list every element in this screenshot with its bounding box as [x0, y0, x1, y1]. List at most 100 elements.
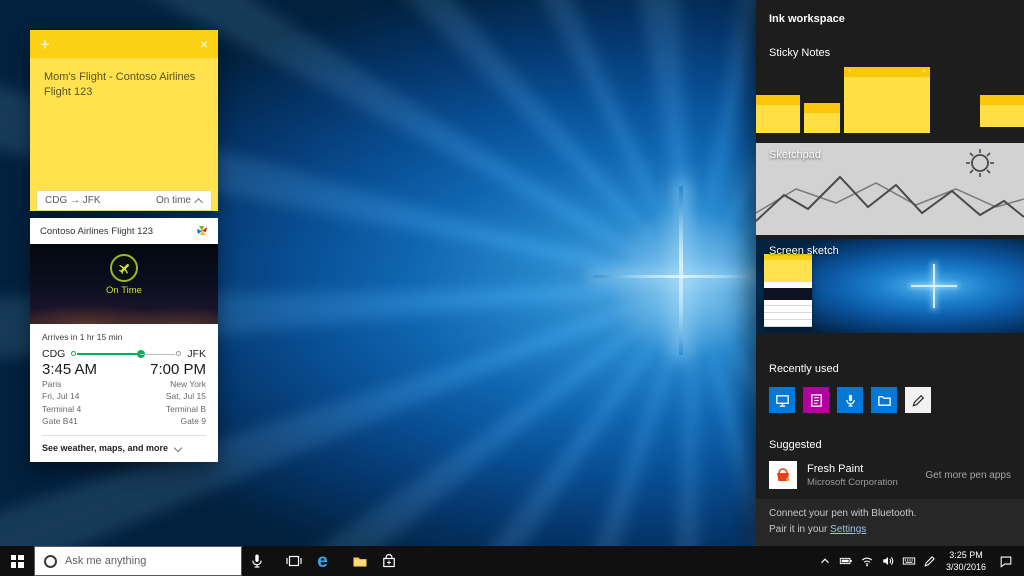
wallpaper-glow: [604, 207, 768, 360]
desktop: + × Mom's Flight - Contoso Airlines Flig…: [0, 0, 1024, 546]
city-skyline: [30, 292, 218, 324]
sticky-notes-section-label: Sticky Notes: [756, 47, 1024, 59]
show-hidden-icons-button[interactable]: [814, 546, 835, 576]
wifi-icon: [860, 554, 874, 568]
taskbar-clock[interactable]: 3:25 PM 3/30/2016: [940, 549, 992, 573]
get-more-pen-apps-link[interactable]: Get more pen apps: [925, 470, 1011, 481]
suggested-app-publisher: Microsoft Corporation: [807, 477, 898, 488]
insight-route: CDG → JFK: [45, 195, 101, 206]
add-note-icon[interactable]: +: [40, 36, 50, 53]
system-tray: 3:25 PM 3/30/2016: [814, 546, 1024, 576]
start-button[interactable]: [0, 546, 34, 576]
destination-code: JFK: [187, 348, 206, 360]
sticky-note: + × Mom's Flight - Contoso Airlines Flig…: [30, 30, 218, 211]
volume-control[interactable]: [877, 546, 898, 576]
action-center-button[interactable]: [992, 546, 1020, 576]
mini-sticky-note: [756, 95, 800, 133]
sticky-notes-preview[interactable]: +×: [756, 67, 1024, 133]
recently-used-apps: [756, 375, 1024, 413]
suggested-section-label: Suggested: [756, 439, 1024, 451]
collapse-chevron-icon[interactable]: [194, 198, 202, 206]
close-note-icon[interactable]: ×: [200, 37, 208, 51]
settings-link[interactable]: Settings: [830, 524, 866, 535]
pen-icon: [923, 554, 937, 568]
store-button[interactable]: [374, 546, 403, 576]
clock-date: 3/30/2016: [940, 561, 992, 573]
ontime-label: On Time: [106, 285, 142, 296]
pairing-line2: Pair it in your Settings: [769, 522, 1011, 538]
origin-city: Paris: [42, 378, 61, 390]
flight-insight-bar[interactable]: CDG → JFK On time: [36, 190, 212, 211]
store-bag-icon: [381, 553, 397, 569]
folder-icon: [877, 393, 892, 408]
search-box[interactable]: Ask me anything: [34, 546, 242, 576]
route-progress-line: [71, 349, 181, 359]
whiteboard-app-tile[interactable]: [769, 387, 795, 413]
windows-logo-icon: [11, 555, 24, 568]
panel-title: Ink workspace: [756, 0, 1024, 25]
arrival-time: 7:00 PM: [150, 361, 206, 378]
screen-sketch-section-label: Screen sketch: [769, 245, 839, 257]
note-icon: [809, 393, 824, 408]
cortana-icon: [44, 555, 57, 568]
documents-app-tile[interactable]: [871, 387, 897, 413]
pairing-line1: Connect your pen with Bluetooth.: [769, 506, 1011, 522]
task-view-icon: [286, 553, 302, 569]
wallpaper-window-vertical-beam: [679, 186, 683, 355]
pen-settings-button[interactable]: [919, 546, 940, 576]
pen-app-tile[interactable]: [905, 387, 931, 413]
microphone-button[interactable]: [242, 546, 271, 576]
flight-details: Arrives in 1 hr 15 min CDG JFK 3:45 AM 7…: [30, 324, 218, 462]
search-placeholder: Ask me anything: [65, 555, 146, 567]
file-explorer-button[interactable]: [345, 546, 374, 576]
suggested-app-name: Fresh Paint: [807, 463, 898, 475]
wallpaper-window-horizontal-beam: [594, 275, 768, 278]
ink-workspace-panel: Ink workspace Sticky Notes +×: [756, 0, 1024, 546]
speaker-icon: [881, 554, 895, 568]
task-view-button[interactable]: [279, 546, 308, 576]
sticky-note-text[interactable]: Mom's Flight - Contoso Airlines Flight 1…: [30, 58, 218, 190]
chevron-up-icon: [818, 554, 832, 568]
screen-sketch-preview[interactable]: Screen sketch: [756, 239, 1024, 333]
mini-desktop-note-thumbnail: [764, 254, 812, 327]
network-status[interactable]: [856, 546, 877, 576]
battery-icon: [839, 554, 853, 568]
edge-icon: e: [317, 552, 328, 571]
sketchpad-preview[interactable]: Sketchpad: [756, 143, 1024, 235]
origin-code: CDG: [42, 348, 65, 360]
flight-card-title: Contoso Airlines Flight 123: [40, 226, 153, 237]
sketchpad-section-label: Sketchpad: [769, 149, 821, 161]
destination-city: New York: [170, 378, 206, 390]
whiteboard-icon: [775, 393, 790, 408]
ontime-badge: On Time: [30, 254, 218, 296]
destination-gate: Gate 9: [180, 415, 206, 427]
sticky-note-flyout: + × Mom's Flight - Contoso Airlines Flig…: [30, 30, 218, 462]
pen-icon: [911, 393, 926, 408]
voice-app-tile[interactable]: [837, 387, 863, 413]
pen-pairing-footer: Connect your pen with Bluetooth. Pair it…: [756, 499, 1024, 546]
mic-icon: [843, 393, 858, 408]
clock-time: 3:25 PM: [940, 549, 992, 561]
origin-terminal: Terminal 4: [42, 403, 81, 415]
action-center-icon: [999, 554, 1013, 568]
battery-status[interactable]: [835, 546, 856, 576]
mini-sticky-note: [804, 103, 840, 133]
expand-chevron-icon: [174, 444, 182, 452]
microphone-icon: [249, 553, 265, 569]
mini-wallpaper-beam: [911, 285, 957, 287]
edge-browser-button[interactable]: e: [308, 546, 337, 576]
see-more-link[interactable]: See weather, maps, and more: [42, 435, 206, 462]
arrival-date: Sat, Jul 15: [166, 390, 206, 402]
departure-date: Fri, Jul 14: [42, 390, 79, 402]
keyboard-icon: [902, 554, 916, 568]
touch-keyboard-button[interactable]: [898, 546, 919, 576]
suggested-app-row[interactable]: Fresh Paint Microsoft Corporation Get mo…: [756, 451, 1024, 489]
recently-used-section-label: Recently used: [756, 363, 1024, 375]
folder-icon: [352, 553, 368, 569]
arrival-countdown: Arrives in 1 hr 15 min: [42, 332, 206, 342]
notes-app-tile[interactable]: [803, 387, 829, 413]
mini-sticky-note: +×: [844, 67, 930, 133]
taskbar: Ask me anything e 3:: [0, 546, 1024, 576]
fresh-paint-app-icon: [769, 461, 797, 489]
origin-gate: Gate B41: [42, 415, 78, 427]
